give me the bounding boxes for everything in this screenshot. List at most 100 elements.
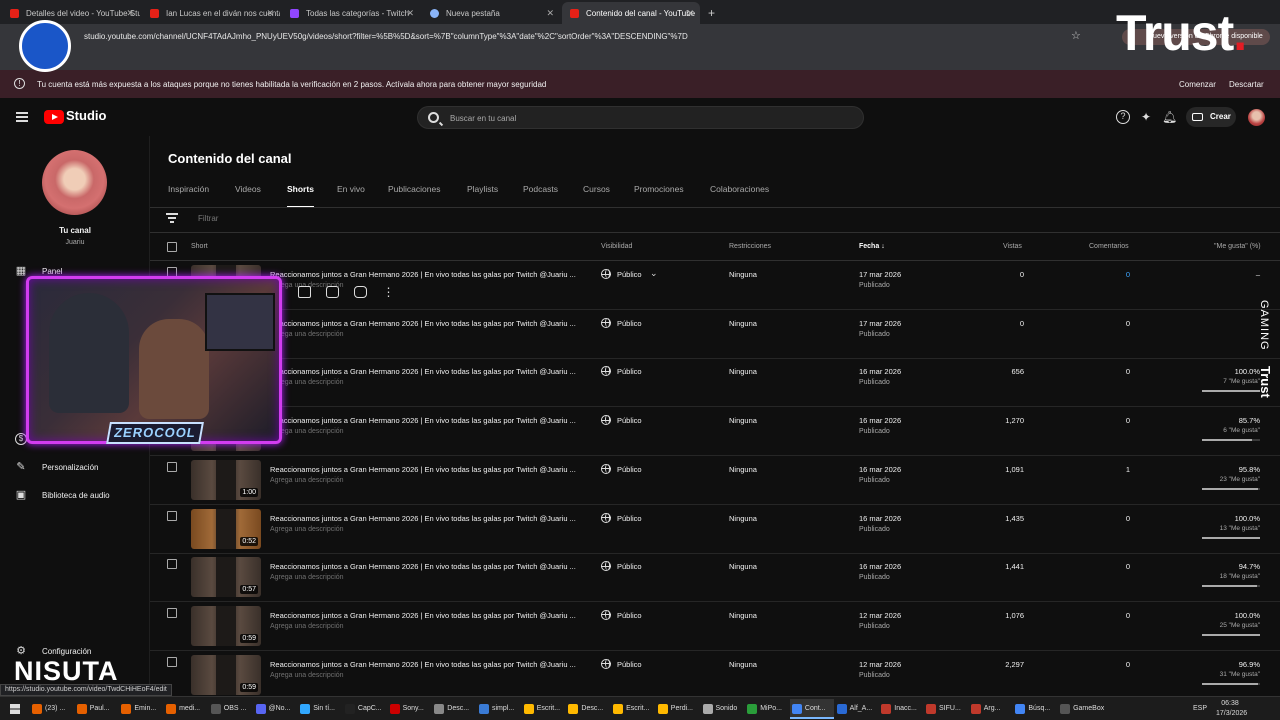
column-header-restrictions[interactable]: Restricciones: [729, 243, 771, 250]
search-input[interactable]: [450, 111, 850, 125]
tab-publicaciones[interactable]: Publicaciones: [388, 184, 440, 208]
chevron-down-icon[interactable]: ⌄: [650, 268, 658, 279]
browser-tab[interactable]: Todas las categorías - Twitch ✕: [282, 2, 420, 24]
browser-tab[interactable]: Contenido del canal - YouTube ✕: [562, 2, 700, 24]
tab-videos[interactable]: Videos: [235, 184, 261, 208]
column-header-date[interactable]: Fecha ↓: [859, 243, 885, 250]
notifications-bell-icon[interactable]: 🔔︎: [1162, 110, 1177, 124]
youtube-logo-icon[interactable]: [44, 110, 64, 124]
video-description[interactable]: Agrega una descripción: [270, 477, 344, 484]
browser-tab[interactable]: Nueva pestaña ✕: [422, 2, 560, 24]
youtube-play-icon[interactable]: [354, 286, 367, 298]
video-description[interactable]: Agrega una descripción: [270, 623, 344, 630]
close-tab-icon[interactable]: ✕: [686, 8, 694, 19]
taskbar-item[interactable]: Búsq...: [1013, 699, 1057, 719]
taskbar-item[interactable]: Escrit...: [522, 699, 566, 719]
url-field[interactable]: studio.youtube.com/channel/UCNF4TAdAJmho…: [84, 28, 1084, 46]
column-header-visibility[interactable]: Visibilidad: [601, 243, 632, 250]
taskbar-item[interactable]: Desc...: [432, 699, 476, 719]
browser-tab[interactable]: Detalles del video - YouTube Studio ✕: [2, 2, 140, 24]
comments-count[interactable]: 0: [1126, 416, 1130, 425]
video-thumbnail[interactable]: 1:00: [191, 459, 261, 500]
taskbar-item[interactable]: Desc...: [566, 699, 610, 719]
video-thumbnail[interactable]: 0:52: [191, 508, 261, 549]
taskbar-item[interactable]: CapC...: [343, 699, 387, 719]
search-box[interactable]: [417, 106, 864, 129]
sidebar-item-customization[interactable]: ✎ Personalización: [0, 456, 150, 478]
close-tab-icon[interactable]: ✕: [546, 8, 554, 19]
table-row[interactable]: Reaccionamos juntos a Gran Hermano 2026 …: [150, 310, 1280, 359]
taskbar-item[interactable]: Sin tí...: [298, 699, 342, 719]
comments-icon[interactable]: [326, 286, 339, 298]
video-thumbnail[interactable]: 0:59: [191, 605, 261, 646]
tab-podcasts[interactable]: Podcasts: [523, 184, 558, 208]
comments-count[interactable]: 0: [1126, 562, 1130, 571]
sidebar-item-audio-library[interactable]: ▣ Biblioteca de audio: [0, 484, 150, 506]
table-row[interactable]: ⌄ Reaccionamos juntos a Gran Hermano 2026…: [150, 261, 1280, 310]
taskbar-item[interactable]: GameBox: [1058, 699, 1104, 719]
taskbar-item[interactable]: SIFU...: [924, 699, 968, 719]
bookmark-star-icon[interactable]: ☆: [1071, 29, 1081, 42]
column-header-views[interactable]: Vistas: [1003, 243, 1022, 250]
video-title[interactable]: Reaccionamos juntos a Gran Hermano 2026 …: [270, 660, 580, 669]
taskbar-item[interactable]: Escrit...: [611, 699, 655, 719]
browser-tab[interactable]: Ian Lucas en el diván nos cuenta ✕: [142, 2, 280, 24]
table-row[interactable]: 0:59 Reaccionamos juntos a Gran Hermano 2…: [150, 651, 1280, 700]
select-all-checkbox[interactable]: [167, 242, 177, 252]
hamburger-menu-icon[interactable]: [16, 112, 28, 122]
video-title[interactable]: Reaccionamos juntos a Gran Hermano 2026 …: [270, 270, 580, 279]
taskbar-item[interactable]: (23) ...: [30, 699, 74, 719]
comments-count[interactable]: 0: [1126, 514, 1130, 523]
video-title[interactable]: Reaccionamos juntos a Gran Hermano 2026 …: [270, 562, 580, 571]
tab-colaboraciones[interactable]: Colaboraciones: [710, 184, 769, 208]
language-indicator[interactable]: ESP: [1193, 704, 1207, 714]
new-tab-button[interactable]: +: [708, 6, 715, 20]
taskbar-item[interactable]: Paul...: [75, 699, 119, 719]
taskbar-item[interactable]: @No...: [254, 699, 298, 719]
close-tab-icon[interactable]: ✕: [266, 8, 274, 19]
taskbar-item[interactable]: OBS ...: [209, 699, 253, 719]
tab-playlists[interactable]: Playlists: [467, 184, 498, 208]
channel-avatar[interactable]: [42, 150, 107, 215]
taskbar-item[interactable]: Perdi...: [656, 699, 700, 719]
clock[interactable]: 06:38 17/3/2026: [1216, 699, 1247, 719]
video-description[interactable]: Agrega una descripción: [270, 672, 344, 679]
taskbar-item[interactable]: medi...: [164, 699, 208, 719]
video-title[interactable]: Reaccionamos juntos a Gran Hermano 2026 …: [270, 611, 580, 620]
video-thumbnail[interactable]: 0:57: [191, 557, 261, 598]
video-description[interactable]: Agrega una descripción: [270, 574, 344, 581]
create-button[interactable]: Crear: [1186, 107, 1236, 127]
column-header-likes[interactable]: "Me gusta" (%): [1214, 243, 1261, 250]
column-header-comments[interactable]: Comentarios: [1089, 243, 1129, 250]
tab-cursos[interactable]: Cursos: [583, 184, 610, 208]
comments-count[interactable]: 1: [1126, 465, 1130, 474]
taskbar-item[interactable]: Emin...: [119, 699, 163, 719]
video-title[interactable]: Reaccionamos juntos a Gran Hermano 2026 …: [270, 319, 580, 328]
taskbar-item[interactable]: Cont...: [789, 699, 834, 719]
taskbar-item[interactable]: MiPo...: [745, 699, 789, 719]
table-row[interactable]: 0:52 Reaccionamos juntos a Gran Hermano 2…: [150, 505, 1280, 554]
video-title[interactable]: Reaccionamos juntos a Gran Hermano 2026 …: [270, 416, 580, 425]
video-description[interactable]: Agrega una descripción: [270, 526, 344, 533]
tab-promociones[interactable]: Promociones: [634, 184, 684, 208]
filter-icon[interactable]: [166, 213, 178, 223]
studio-logo-text[interactable]: Studio: [66, 108, 106, 123]
taskbar-item[interactable]: Inacc...: [879, 699, 923, 719]
taskbar-item[interactable]: simpl...: [477, 699, 521, 719]
video-title[interactable]: Reaccionamos juntos a Gran Hermano 2026 …: [270, 367, 580, 376]
help-icon[interactable]: ?: [1116, 110, 1130, 124]
start-button[interactable]: Comenzar: [1179, 80, 1216, 89]
tab-envivo[interactable]: En vivo: [337, 184, 365, 208]
close-tab-icon[interactable]: ✕: [406, 8, 414, 19]
comments-count[interactable]: 0: [1126, 270, 1130, 279]
taskbar-item[interactable]: Alf_A...: [835, 699, 879, 719]
comments-count[interactable]: 0: [1126, 660, 1130, 669]
video-thumbnail[interactable]: 0:59: [191, 654, 261, 695]
taskbar-item[interactable]: Sonido: [701, 699, 745, 719]
account-avatar[interactable]: [1248, 109, 1265, 126]
more-options-icon[interactable]: ⋮: [382, 286, 395, 298]
analytics-icon[interactable]: [298, 286, 311, 298]
taskbar-item[interactable]: Sony...: [388, 699, 432, 719]
taskbar-item[interactable]: Arg...: [969, 699, 1013, 719]
table-row[interactable]: 0:57 Reaccionamos juntos a Gran Hermano 2…: [150, 553, 1280, 603]
